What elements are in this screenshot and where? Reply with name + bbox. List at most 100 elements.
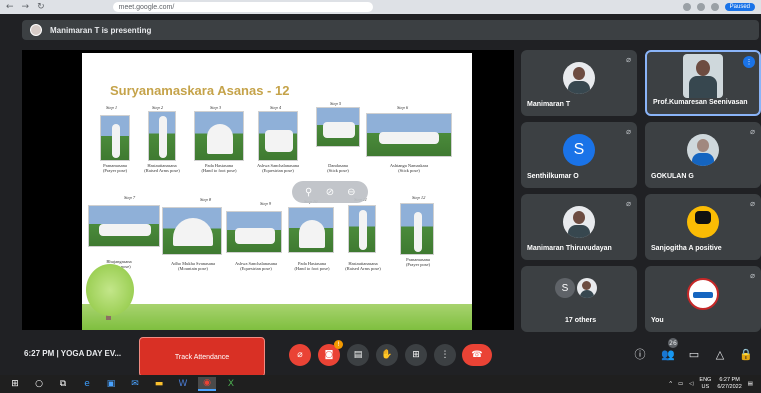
excel-icon[interactable]: X bbox=[222, 377, 240, 391]
notifications-icon[interactable]: ▤ bbox=[748, 381, 753, 387]
reload-icon[interactable]: ↻ bbox=[37, 2, 45, 12]
extension-icon[interactable] bbox=[710, 3, 719, 11]
participant-name: 17 others bbox=[565, 317, 597, 324]
info-icon: ⓘ bbox=[634, 348, 646, 361]
activities-button[interactable]: △ bbox=[712, 346, 728, 362]
search-icon[interactable]: ○ bbox=[30, 377, 48, 391]
participant-name: Sanjogitha A positive bbox=[651, 245, 722, 252]
pose-photo bbox=[348, 205, 376, 253]
word-icon[interactable]: W bbox=[174, 377, 192, 391]
activities-icon: △ bbox=[715, 347, 725, 361]
pose-caption: Ashtanga Namaskara (Stick pose) bbox=[389, 163, 429, 174]
participant-photo bbox=[563, 206, 595, 238]
participant-tile[interactable]: ⌀ Manimaran Thiruvudayan bbox=[521, 194, 637, 260]
people-button[interactable]: 👥 26 bbox=[660, 338, 678, 362]
participant-photo bbox=[563, 62, 595, 94]
alert-badge-icon: ! bbox=[334, 340, 343, 349]
presentation-overlay-controls: ⚲ ⊘ ⊖ bbox=[292, 181, 368, 203]
mic-off-icon: ⌀ bbox=[626, 55, 631, 64]
step-label: Step 4 bbox=[270, 105, 282, 110]
more-vert-icon: ⋮ bbox=[440, 350, 450, 360]
step-label: Step 2 bbox=[152, 105, 164, 110]
tray-expand-icon[interactable]: ^ bbox=[669, 381, 672, 387]
tree-decoration bbox=[86, 264, 134, 316]
participant-tile[interactable]: ⌀ Manimaran T bbox=[521, 50, 637, 116]
chat-button[interactable]: ▭ bbox=[686, 346, 702, 362]
grass-decoration bbox=[82, 304, 472, 330]
windows-taskbar: ⊞ ○ ⧉ e ▣ ✉ ▬ W ◉ X ^ ▭ ◁ ENG US 6:27 PM 6… bbox=[0, 375, 761, 393]
pose-photo bbox=[100, 115, 130, 161]
pose-photo bbox=[88, 205, 160, 247]
forward-icon[interactable]: → bbox=[22, 2, 30, 12]
store-icon[interactable]: ▣ bbox=[102, 377, 120, 391]
windows-start-icon[interactable]: ⊞ bbox=[6, 377, 24, 391]
leave-call-button[interactable]: ☎ bbox=[462, 344, 492, 366]
edge-icon[interactable]: e bbox=[78, 377, 96, 391]
participant-name: GOKULAN G bbox=[651, 173, 694, 180]
pin-icon[interactable]: ⚲ bbox=[303, 186, 315, 198]
participant-tile[interactable]: ⌀ Sanjogitha A positive bbox=[645, 194, 761, 260]
camera-off-icon: ◙ bbox=[324, 350, 334, 360]
track-attendance-button[interactable]: Track Attendance bbox=[139, 337, 265, 377]
participant-tile[interactable]: S 17 others bbox=[521, 266, 637, 332]
people-icon: 👥 bbox=[661, 347, 675, 361]
share-icon[interactable] bbox=[682, 3, 691, 11]
mic-off-icon: ⌀ bbox=[750, 199, 755, 208]
pose-caption: Ashwa Sanchalanasana (Equestrian pose) bbox=[234, 261, 278, 272]
pose-caption: Hastauttanasana (Raised Arms pose) bbox=[144, 163, 180, 174]
pose-photo bbox=[194, 111, 244, 161]
host-controls-button[interactable]: 🔒 bbox=[738, 346, 754, 362]
participant-tile[interactable]: ⌀ S Senthilkumar O bbox=[521, 122, 637, 188]
volume-icon[interactable]: ◁ bbox=[689, 381, 693, 387]
pose-caption: Hastauttanasana (Raised Arms pose) bbox=[345, 261, 381, 272]
participant-tile[interactable]: ⌀ GOKULAN G bbox=[645, 122, 761, 188]
more-options-button[interactable]: ⋮ bbox=[434, 344, 456, 366]
bookmark-icon[interactable] bbox=[696, 3, 705, 11]
step-label: Step 6 bbox=[397, 105, 409, 110]
others-avatar: S bbox=[555, 278, 575, 298]
present-button[interactable]: ⊞ bbox=[405, 344, 427, 366]
address-text: meet.google.com/ bbox=[118, 3, 175, 11]
task-view-icon[interactable]: ⧉ bbox=[54, 377, 72, 391]
participant-tile-active[interactable]: ⋮ Prof.Kumaresan Seenivasan bbox=[645, 50, 761, 116]
participant-name: Manimaran Thiruvudayan bbox=[527, 245, 612, 252]
step-label: Step 7 bbox=[124, 195, 136, 200]
pose-caption: Ashwa Sanchalanasana (Equestrian pose) bbox=[256, 163, 300, 174]
address-bar[interactable]: meet.google.com/ bbox=[112, 2, 373, 12]
mic-off-icon: ⌀ bbox=[626, 199, 631, 208]
meeting-details-button[interactable]: ⓘ bbox=[632, 346, 648, 362]
meeting-controls-bar: 6:27 PM | YOGA DAY EV... Track Attendanc… bbox=[0, 335, 761, 377]
clock[interactable]: 6:27 PM 6/27/2022 bbox=[717, 377, 741, 390]
pose-caption: Adho Mukha Svanasana (Mountain pose) bbox=[171, 261, 215, 272]
self-tile[interactable]: ⌀ You bbox=[645, 266, 761, 332]
participant-photo bbox=[683, 54, 723, 98]
mail-icon[interactable]: ✉ bbox=[126, 377, 144, 391]
participant-photo bbox=[687, 206, 719, 238]
participant-avatar: S bbox=[563, 134, 595, 166]
network-icon[interactable]: ▭ bbox=[678, 381, 683, 387]
pose-photo bbox=[366, 113, 452, 157]
pose-caption: Pada Hastasana (Hand to foot pose) bbox=[294, 261, 330, 272]
chrome-icon[interactable]: ◉ bbox=[198, 377, 216, 391]
remove-icon[interactable]: ⊖ bbox=[345, 186, 357, 198]
pose-photo bbox=[148, 111, 176, 161]
pose-photo bbox=[288, 207, 334, 253]
profile-button[interactable]: Paused bbox=[724, 3, 755, 11]
back-icon[interactable]: ← bbox=[6, 2, 14, 12]
captions-button[interactable]: ▤ bbox=[347, 344, 369, 366]
mic-off-icon: ⌀ bbox=[626, 127, 631, 136]
mute-icon[interactable]: ⊘ bbox=[324, 186, 336, 198]
participant-photo bbox=[687, 134, 719, 166]
camera-off-button[interactable]: ◙! bbox=[318, 340, 343, 366]
presenter-avatar bbox=[30, 24, 42, 36]
captions-icon: ▤ bbox=[353, 350, 363, 360]
raise-hand-button[interactable]: ✋ bbox=[376, 344, 398, 366]
slide-title: Suryanamaskara Asanas - 12 bbox=[110, 83, 290, 98]
mic-off-button[interactable]: ⌀ bbox=[289, 344, 311, 366]
chat-icon: ▭ bbox=[688, 347, 700, 361]
language-indicator[interactable]: ENG US bbox=[699, 377, 711, 390]
step-label: Step 1 bbox=[106, 105, 118, 110]
presenting-label: Manimaran T is presenting bbox=[50, 25, 152, 35]
files-icon[interactable]: ▬ bbox=[150, 377, 168, 391]
meeting-title: YOGA DAY EV... bbox=[60, 349, 122, 358]
